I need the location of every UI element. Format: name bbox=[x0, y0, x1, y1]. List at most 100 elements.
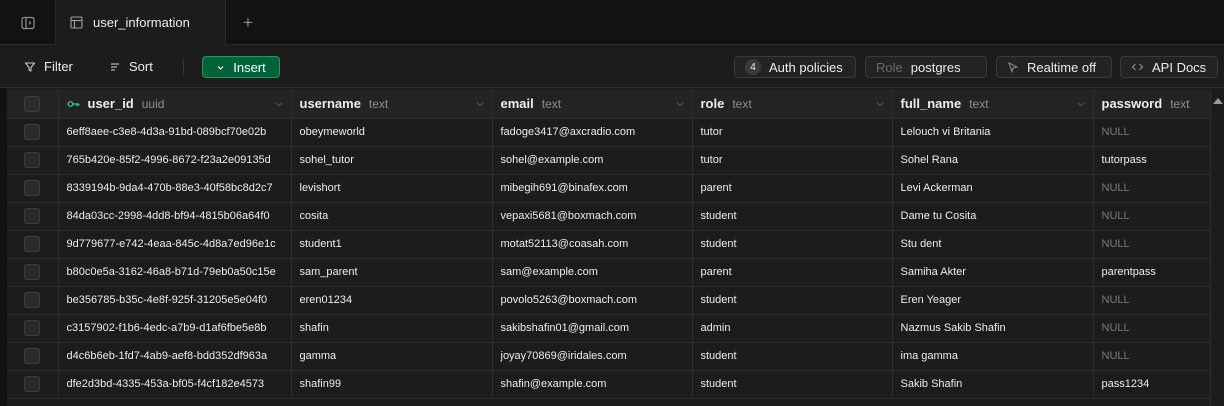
chevron-down-icon[interactable]: ⌵ bbox=[1078, 98, 1085, 109]
cell-full-name[interactable]: Nazmus Sakib Shafin bbox=[892, 314, 1094, 343]
table-row[interactable]: b80c0e5a-3162-46a8-b71d-79eb0a50c15e sam_… bbox=[7, 258, 1217, 287]
cell-password[interactable]: tutorpass bbox=[1093, 146, 1217, 175]
cell-user-id[interactable]: 9d779677-e742-4eaa-845c-4d8a7ed96e1c bbox=[58, 230, 292, 259]
cell-full-name[interactable]: Sohel Rana bbox=[892, 146, 1094, 175]
chevron-down-icon[interactable]: ⌵ bbox=[877, 98, 884, 109]
cell-full-name[interactable]: Sakib Shafin bbox=[892, 370, 1094, 399]
cell-email[interactable]: joyay70869@iridales.com bbox=[492, 342, 693, 371]
cell-username[interactable]: student1 bbox=[291, 230, 493, 259]
sort-button[interactable]: Sort bbox=[109, 56, 153, 78]
add-tab-button[interactable]: + bbox=[226, 0, 270, 45]
cell-user-id[interactable]: dfe2d3bd-4335-453a-bf05-f4cf182e4573 bbox=[58, 370, 292, 399]
cell-password[interactable]: NULL bbox=[1093, 314, 1217, 343]
cell-email[interactable]: sam@example.com bbox=[492, 258, 693, 287]
column-header-username[interactable]: username text ⌵ bbox=[291, 90, 493, 119]
table-row[interactable]: be356785-b35c-4e8f-925f-31205e5e04f0 eren… bbox=[7, 286, 1217, 315]
cell-role[interactable]: student bbox=[692, 370, 893, 399]
sidebar-toggle-button[interactable] bbox=[0, 0, 56, 45]
cell-username[interactable]: gamma bbox=[291, 342, 493, 371]
row-checkbox[interactable] bbox=[24, 152, 41, 168]
column-header-role[interactable]: role text ⌵ bbox=[692, 90, 893, 119]
cell-role[interactable]: student bbox=[692, 286, 893, 315]
column-header-email[interactable]: email text ⌵ bbox=[492, 90, 693, 119]
chevron-down-icon[interactable]: ⌵ bbox=[477, 98, 484, 109]
cell-password[interactable]: NULL bbox=[1093, 230, 1217, 259]
cell-user-id[interactable]: d4c6b6eb-1fd7-4ab9-aef8-bdd352df963a bbox=[58, 342, 292, 371]
cell-password[interactable]: NULL bbox=[1093, 286, 1217, 315]
cell-email[interactable]: sohel@example.com bbox=[492, 146, 693, 175]
table-row[interactable]: c3157902-f1b6-4edc-a7b9-d1af6fbe5e8b shaf… bbox=[7, 314, 1217, 343]
api-docs-button[interactable]: API Docs bbox=[1120, 56, 1218, 78]
cell-full-name[interactable]: Levi Ackerman bbox=[892, 174, 1094, 203]
cell-password[interactable]: NULL bbox=[1093, 202, 1217, 231]
cell-username[interactable]: sohel_tutor bbox=[291, 146, 493, 175]
vertical-scrollbar[interactable] bbox=[1210, 90, 1224, 406]
cell-role[interactable]: parent bbox=[692, 174, 893, 203]
row-checkbox[interactable] bbox=[24, 180, 41, 196]
cell-password[interactable]: parentpass bbox=[1093, 258, 1217, 287]
cell-user-id[interactable]: 8339194b-9da4-470b-88e3-40f58bc8d2c7 bbox=[58, 174, 292, 203]
cell-username[interactable]: shafin bbox=[291, 314, 493, 343]
cell-email[interactable]: vepaxi5681@boxmach.com bbox=[492, 202, 693, 231]
cell-username[interactable]: levishort bbox=[291, 174, 493, 203]
cell-email[interactable]: povolo5263@boxmach.com bbox=[492, 286, 693, 315]
cell-username[interactable]: shafin99 bbox=[291, 370, 493, 399]
table-row[interactable]: 6eff8aee-c3e8-4d3a-91bd-089bcf70e02b obey… bbox=[7, 118, 1217, 147]
auth-policies-button[interactable]: 4 Auth policies bbox=[734, 56, 856, 78]
cell-email[interactable]: sakibshafin01@gmail.com bbox=[492, 314, 693, 343]
cell-role[interactable]: tutor bbox=[692, 146, 893, 175]
scroll-up-icon[interactable] bbox=[1213, 98, 1223, 104]
row-checkbox[interactable] bbox=[24, 376, 41, 392]
cell-password[interactable]: NULL bbox=[1093, 342, 1217, 371]
cell-user-id[interactable]: be356785-b35c-4e8f-925f-31205e5e04f0 bbox=[58, 286, 292, 315]
table-row[interactable]: 765b420e-85f2-4996-8672-f23a2e09135d sohe… bbox=[7, 146, 1217, 175]
cell-password[interactable]: NULL bbox=[1093, 174, 1217, 203]
cell-user-id[interactable]: c3157902-f1b6-4edc-a7b9-d1af6fbe5e8b bbox=[58, 314, 292, 343]
table-row[interactable]: d4c6b6eb-1fd7-4ab9-aef8-bdd352df963a gamm… bbox=[7, 342, 1217, 371]
cell-email[interactable]: motat52113@coasah.com bbox=[492, 230, 693, 259]
cell-user-id[interactable]: 765b420e-85f2-4996-8672-f23a2e09135d bbox=[58, 146, 292, 175]
cell-full-name[interactable]: Stu dent bbox=[892, 230, 1094, 259]
cell-full-name[interactable]: Dame tu Cosita bbox=[892, 202, 1094, 231]
role-selector[interactable]: Role postgres bbox=[865, 56, 987, 78]
tab-user-information[interactable]: user_information bbox=[56, 0, 226, 46]
cell-role[interactable]: parent bbox=[692, 258, 893, 287]
select-all-checkbox[interactable] bbox=[24, 96, 41, 113]
cell-email[interactable]: shafin@example.com bbox=[492, 370, 693, 399]
row-checkbox[interactable] bbox=[24, 264, 41, 280]
cell-role[interactable]: student bbox=[692, 342, 893, 371]
column-header-user-id[interactable]: user_id uuid ⌵ bbox=[58, 90, 292, 119]
row-checkbox[interactable] bbox=[24, 320, 41, 336]
cell-full-name[interactable]: Samiha Akter bbox=[892, 258, 1094, 287]
cell-role[interactable]: admin bbox=[692, 314, 893, 343]
cell-full-name[interactable]: Lelouch vi Britania bbox=[892, 118, 1094, 147]
row-checkbox[interactable] bbox=[24, 124, 41, 140]
cell-role[interactable]: student bbox=[692, 202, 893, 231]
cell-username[interactable]: eren01234 bbox=[291, 286, 493, 315]
column-header-password[interactable]: password text bbox=[1093, 90, 1217, 119]
cell-email[interactable]: mibegih691@binafex.com bbox=[492, 174, 693, 203]
cell-user-id[interactable]: 6eff8aee-c3e8-4d3a-91bd-089bcf70e02b bbox=[58, 118, 292, 147]
chevron-down-icon[interactable]: ⌵ bbox=[677, 98, 684, 109]
row-checkbox[interactable] bbox=[24, 348, 41, 364]
table-row[interactable]: 9d779677-e742-4eaa-845c-4d8a7ed96e1c stud… bbox=[7, 230, 1217, 259]
chevron-down-icon[interactable]: ⌵ bbox=[276, 98, 283, 109]
cell-user-id[interactable]: 84da03cc-2998-4dd8-bf94-4815b06a64f0 bbox=[58, 202, 292, 231]
cell-password[interactable]: pass1234 bbox=[1093, 370, 1217, 399]
cell-email[interactable]: fadoge3417@axcradio.com bbox=[492, 118, 693, 147]
realtime-toggle-button[interactable]: Realtime off bbox=[996, 56, 1112, 78]
row-checkbox[interactable] bbox=[24, 292, 41, 308]
row-checkbox[interactable] bbox=[24, 236, 41, 252]
cell-role[interactable]: student bbox=[692, 230, 893, 259]
cell-role[interactable]: tutor bbox=[692, 118, 893, 147]
table-row[interactable]: 84da03cc-2998-4dd8-bf94-4815b06a64f0 cosi… bbox=[7, 202, 1217, 231]
cell-username[interactable]: cosita bbox=[291, 202, 493, 231]
cell-full-name[interactable]: ima gamma bbox=[892, 342, 1094, 371]
cell-full-name[interactable]: Eren Yeager bbox=[892, 286, 1094, 315]
table-row[interactable]: dfe2d3bd-4335-453a-bf05-f4cf182e4573 shaf… bbox=[7, 370, 1217, 399]
cell-username[interactable]: obeymeworld bbox=[291, 118, 493, 147]
row-checkbox[interactable] bbox=[24, 208, 41, 224]
cell-password[interactable]: NULL bbox=[1093, 118, 1217, 147]
insert-button[interactable]: Insert bbox=[202, 56, 280, 78]
cell-user-id[interactable]: b80c0e5a-3162-46a8-b71d-79eb0a50c15e bbox=[58, 258, 292, 287]
